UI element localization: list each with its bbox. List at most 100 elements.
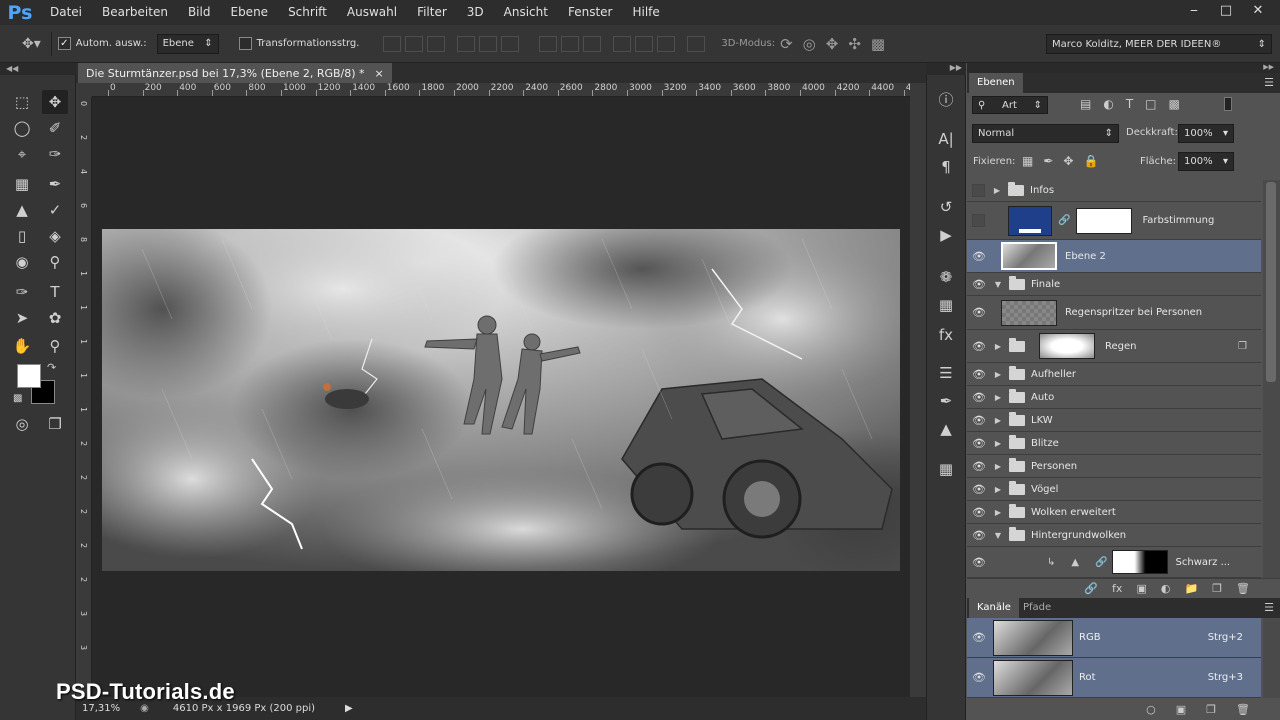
swatches-panel-icon[interactable]: ▦ (934, 294, 958, 316)
mask-link-icon[interactable]: 🔗 (1058, 215, 1070, 226)
align-right-icon[interactable] (501, 35, 520, 52)
vertical-ruler[interactable]: 0 2 4 6 8 1 1 1 1 1 2 2 2 2 2 3 3 (76, 97, 92, 697)
clone-stamp-tool-icon[interactable]: ▲ (9, 198, 35, 222)
info-panel-icon[interactable]: ⓘ (934, 88, 958, 110)
clone-source-icon[interactable]: ▲ (934, 418, 958, 440)
paragraph-panel-icon[interactable]: ¶ (934, 156, 958, 178)
expand-arrow-icon[interactable]: ▶ (990, 186, 1004, 195)
layer-row[interactable]: 🔗 Farbstimmung (967, 202, 1261, 240)
add-mask-icon[interactable]: ▣ (1136, 582, 1146, 595)
lasso-tool-icon[interactable]: ◯ (9, 116, 35, 140)
eye-icon[interactable]: 👁 (967, 414, 991, 427)
adjustment-thumbnail[interactable] (1008, 205, 1052, 236)
filter-adjustment-icon[interactable]: ◐ (1103, 97, 1113, 111)
collapse-panels-icon[interactable]: ▶▶ (967, 63, 1280, 73)
layer-name[interactable]: Vögel (1031, 484, 1058, 495)
layer-row[interactable]: 👁 ↳ ▲ 🔗 Schwarz ... (967, 547, 1261, 578)
mask-link-icon[interactable]: 🔗 (1095, 557, 1107, 568)
eyedropper-tool-icon[interactable]: ✑ (42, 142, 68, 166)
layer-row[interactable]: 👁 ▶ Regen ❐ (967, 330, 1261, 363)
eye-icon[interactable]: 👁 (967, 278, 991, 291)
menu-hilfe[interactable]: Hilfe (622, 0, 669, 25)
panel-menu-icon[interactable]: ☰ (1264, 76, 1274, 89)
align-top-icon[interactable] (383, 35, 402, 52)
minimize-icon[interactable]: ⎯ (1180, 0, 1208, 20)
marquee-tool-icon[interactable]: ⬚ (9, 90, 35, 114)
align-vcenter-icon[interactable] (405, 35, 424, 52)
expand-arrow-icon[interactable]: ▶ (991, 342, 1005, 351)
move-tool-icon[interactable]: ✥▾ (22, 36, 41, 52)
channel-row[interactable]: 👁 RGB Strg+2 (967, 618, 1261, 658)
foreground-color-swatch[interactable] (17, 364, 41, 388)
distribute-left-icon[interactable] (613, 35, 632, 52)
layer-name[interactable]: Blitze (1031, 438, 1059, 449)
expand-arrow-icon[interactable]: ▶ (991, 439, 1005, 448)
expand-arrow-icon[interactable]: ▶ (991, 485, 1005, 494)
layer-style-icon[interactable]: fx (1112, 582, 1122, 595)
collapse-toolbar-icon[interactable]: ◀◀ (0, 63, 76, 75)
eye-icon[interactable]: 👁 (967, 437, 991, 450)
eye-icon[interactable]: 👁 (967, 340, 991, 353)
brush-tool-icon[interactable]: ✒ (42, 172, 68, 196)
adjustment-layer-icon[interactable]: ◐ (1161, 582, 1171, 595)
mask-thumbnail[interactable] (1076, 207, 1133, 234)
chevron-down-icon[interactable]: ▾ (1223, 128, 1228, 139)
eye-icon[interactable]: 👁 (967, 556, 991, 569)
eye-icon[interactable]: 👁 (967, 631, 991, 644)
expand-arrow-icon[interactable]: ▶ (991, 462, 1005, 471)
tab-paths[interactable]: Pfade (1015, 598, 1059, 618)
zoom-tool-icon[interactable]: ⚲ (42, 334, 68, 358)
channel-row[interactable]: 👁 Rot Strg+3 (967, 658, 1261, 698)
link-layers-icon[interactable]: 🔗 (1084, 582, 1098, 595)
3d-rotate-icon[interactable]: ⟳ (780, 35, 793, 53)
layer-row[interactable]: 👁 ▶ Auto (967, 386, 1261, 409)
close-icon[interactable]: ✕ (1244, 0, 1272, 20)
opacity-value[interactable]: 100% (1184, 128, 1213, 139)
layer-name[interactable]: Regenspritzer bei Personen (1065, 307, 1202, 318)
layer-name[interactable]: Hintergrundwolken (1031, 530, 1126, 541)
layer-row[interactable]: 👁 ▶ Vögel (967, 478, 1261, 501)
3d-roll-icon[interactable]: ◎ (803, 35, 816, 53)
3d-slide-icon[interactable]: ✣ (848, 35, 861, 53)
expand-arrow-icon[interactable]: ▶ (991, 416, 1005, 425)
layer-row[interactable]: ▶ Infos (967, 180, 1261, 202)
eraser-tool-icon[interactable]: ▯ (9, 224, 35, 248)
custom-shape-tool-icon[interactable]: ✿ (42, 306, 68, 330)
menu-ansicht[interactable]: Ansicht (494, 0, 558, 25)
layer-row[interactable]: 👁 ▶ Wolken erweitert (967, 501, 1261, 524)
auto-select-dropdown[interactable]: Ebene ⇕ (156, 33, 219, 54)
menu-bild[interactable]: Bild (178, 0, 221, 25)
align-bottom-icon[interactable] (427, 35, 446, 52)
levels-adjustment-icon[interactable]: ▲ (1071, 557, 1079, 568)
healing-brush-tool-icon[interactable]: ▦ (9, 172, 35, 196)
workspace-dropdown[interactable]: Marco Kolditz, MEER DER IDEEN® ⇕ (1046, 34, 1272, 54)
layer-name[interactable]: Schwarz ... (1176, 557, 1231, 568)
eye-icon[interactable]: 👁 (967, 250, 991, 263)
styles-panel-icon[interactable]: fx (934, 324, 958, 346)
layers-scrollbar-thumb[interactable] (1266, 182, 1276, 382)
visibility-toggle[interactable] (972, 214, 985, 227)
layer-name[interactable]: Wolken erweitert (1031, 507, 1116, 518)
color-panel-icon[interactable]: ❁ (934, 266, 958, 288)
dodge-tool-icon[interactable]: ⚲ (42, 250, 68, 274)
eye-icon[interactable]: 👁 (967, 506, 991, 519)
filter-type-icon[interactable]: T (1126, 97, 1133, 111)
panel-menu-icon[interactable]: ☰ (1264, 601, 1274, 614)
adjustments-panel-icon[interactable]: ☰ (934, 362, 958, 384)
filter-toggle-icon[interactable] (1224, 97, 1232, 111)
menu-bearbeiten[interactable]: Bearbeiten (92, 0, 178, 25)
document-scrollbar[interactable] (910, 83, 926, 697)
actions-panel-icon[interactable]: ▶ (934, 224, 958, 246)
visibility-toggle[interactable] (972, 184, 985, 197)
distribute-hcenter-icon[interactable] (635, 35, 654, 52)
mask-thumbnail[interactable] (1111, 550, 1168, 574)
new-layer-icon[interactable]: ❐ (1212, 582, 1222, 595)
layer-name[interactable]: Regen (1105, 341, 1137, 352)
layer-name[interactable]: Ebene 2 (1065, 251, 1106, 262)
fill-field[interactable]: 100% ▾ (1178, 152, 1234, 171)
new-group-icon[interactable]: 📁 (1184, 582, 1198, 595)
tab-layers[interactable]: Ebenen (969, 73, 1023, 93)
menu-auswahl[interactable]: Auswahl (337, 0, 407, 25)
character-panel-icon[interactable]: A| (934, 128, 958, 150)
menu-datei[interactable]: Datei (40, 0, 92, 25)
